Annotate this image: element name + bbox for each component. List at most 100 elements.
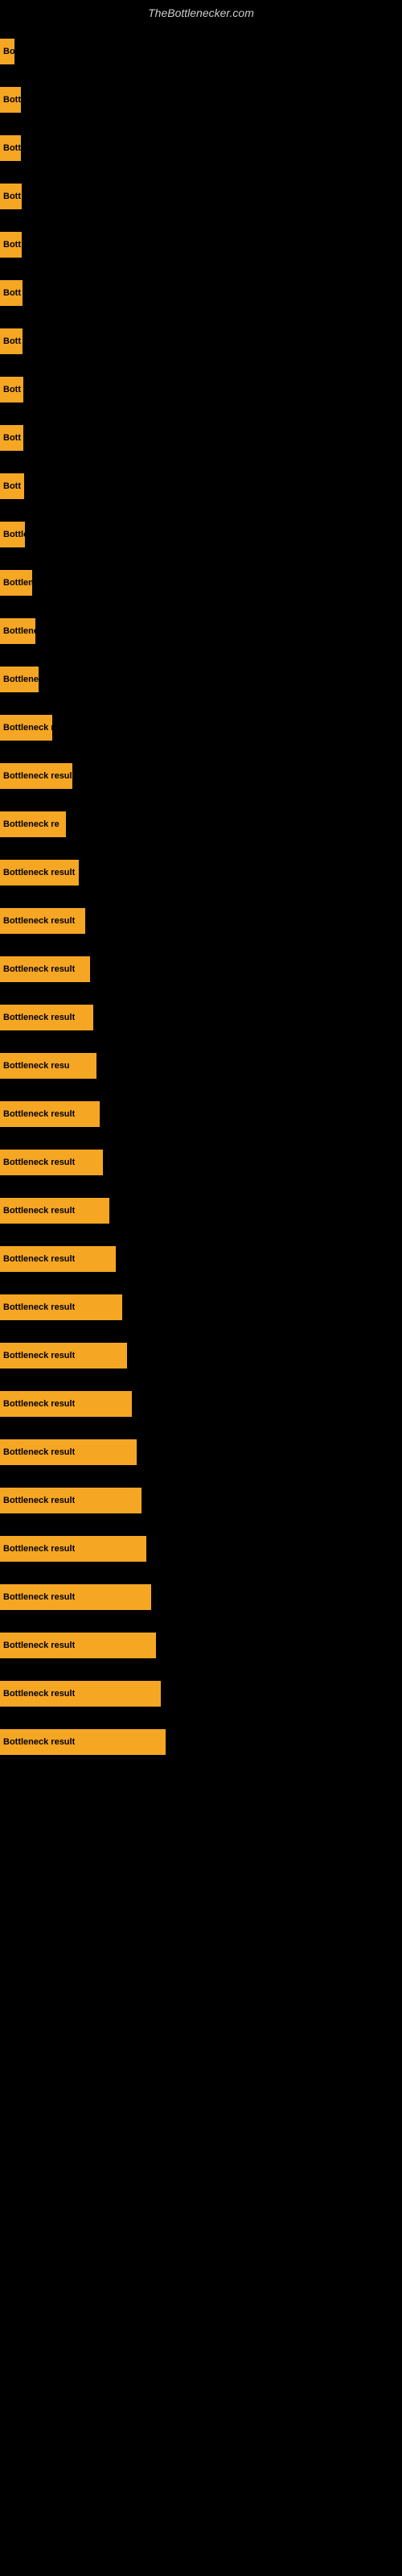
bar-row: Bottleneck result (0, 1673, 402, 1715)
bar-label-26: Bottleneck result (3, 1302, 75, 1312)
bar-row: Bottle (0, 514, 402, 555)
bar-32: Bottleneck result (0, 1584, 151, 1610)
bar-row: Bottleneck result (0, 948, 402, 990)
bar-label-20: Bottleneck result (3, 1013, 75, 1022)
bar-label-31: Bottleneck result (3, 1544, 75, 1554)
bar-15: Bottleneck resul (0, 763, 72, 789)
bar-label-29: Bottleneck result (3, 1447, 75, 1457)
bar-row: Bottleneck r (0, 707, 402, 749)
bar-11: Bottlene (0, 570, 32, 596)
bar-24: Bottleneck result (0, 1198, 109, 1224)
bar-row: Bottleneck result (0, 900, 402, 942)
bar-label-27: Bottleneck result (3, 1351, 75, 1360)
bar-3: Bott (0, 184, 22, 209)
bar-row: Bottleneck result (0, 1528, 402, 1570)
bar-6: Bott (0, 328, 23, 354)
bar-21: Bottleneck resu (0, 1053, 96, 1079)
bar-row: Bottlene (0, 610, 402, 652)
bar-7: Bott (0, 377, 23, 402)
bar-row: Bottleneck result (0, 1335, 402, 1377)
bar-row: Bottleneck result (0, 1238, 402, 1280)
bar-10: Bottle (0, 522, 25, 547)
bar-row: Bott (0, 465, 402, 507)
bar-label-22: Bottleneck result (3, 1109, 75, 1119)
bar-13: Bottlene (0, 667, 39, 692)
bar-row: Bott (0, 417, 402, 459)
bar-row: Bott (0, 320, 402, 362)
bar-23: Bottleneck result (0, 1150, 103, 1175)
bar-row: Bo (0, 31, 402, 72)
bar-label-16: Bottleneck re (3, 819, 59, 829)
bar-9: Bott (0, 473, 24, 499)
bar-34: Bottleneck result (0, 1681, 161, 1707)
bar-label-21: Bottleneck resu (3, 1061, 70, 1071)
bar-22: Bottleneck result (0, 1101, 100, 1127)
bar-label-15: Bottleneck resul (3, 771, 72, 781)
bar-label-1: Bott (3, 95, 21, 105)
bar-label-24: Bottleneck result (3, 1206, 75, 1216)
bar-row: Bottleneck result (0, 1141, 402, 1183)
bar-30: Bottleneck result (0, 1488, 142, 1513)
bar-20: Bottleneck result (0, 1005, 93, 1030)
bars-container: Bo Bott Bott Bott Bott Bott Bott Bott Bott Bott Bo… (0, 23, 402, 1777)
bar-row: Bottleneck result (0, 1721, 402, 1763)
bar-label-0: Bo (3, 47, 14, 56)
bar-label-11: Bottlene (3, 578, 32, 588)
bar-label-28: Bottleneck result (3, 1399, 75, 1409)
bar-33: Bottleneck result (0, 1633, 156, 1658)
bar-4: Bott (0, 232, 22, 258)
bar-35: Bottleneck result (0, 1729, 166, 1755)
bar-row: Bottleneck result (0, 852, 402, 894)
bar-label-8: Bott (3, 433, 21, 443)
bar-row: Bottleneck result (0, 1093, 402, 1135)
bar-29: Bottleneck result (0, 1439, 137, 1465)
bar-16: Bottleneck re (0, 811, 66, 837)
site-title: TheBottlenecker.com (0, 0, 402, 23)
bar-row: Bottleneck result (0, 997, 402, 1038)
bar-label-12: Bottlene (3, 626, 35, 636)
bar-14: Bottleneck r (0, 715, 52, 741)
bar-row: Bottleneck result (0, 1576, 402, 1618)
bar-row: Bottleneck resu (0, 1045, 402, 1087)
bar-row: Bott (0, 224, 402, 266)
bar-row: Bottleneck result (0, 1480, 402, 1521)
bar-label-30: Bottleneck result (3, 1496, 75, 1505)
bar-label-5: Bott (3, 288, 21, 298)
bar-row: Bottleneck result (0, 1190, 402, 1232)
bar-label-23: Bottleneck result (3, 1158, 75, 1167)
bar-row: Bottleneck re (0, 803, 402, 845)
bar-label-17: Bottleneck result (3, 868, 75, 877)
bar-label-10: Bottle (3, 530, 25, 539)
bar-row: Bott (0, 127, 402, 169)
bar-label-32: Bottleneck result (3, 1592, 75, 1602)
bar-label-25: Bottleneck result (3, 1254, 75, 1264)
bar-27: Bottleneck result (0, 1343, 127, 1368)
bar-label-14: Bottleneck r (3, 723, 52, 733)
bar-26: Bottleneck result (0, 1294, 122, 1320)
bar-label-2: Bott (3, 143, 21, 153)
bar-2: Bott (0, 135, 21, 161)
bar-row: Bottleneck resul (0, 755, 402, 797)
bar-label-4: Bott (3, 240, 21, 250)
bar-row: Bottleneck result (0, 1624, 402, 1666)
bar-5: Bott (0, 280, 23, 306)
bar-label-33: Bottleneck result (3, 1641, 75, 1650)
bar-row: Bott (0, 272, 402, 314)
bar-12: Bottlene (0, 618, 35, 644)
bar-row: Bottleneck result (0, 1286, 402, 1328)
bar-0: Bo (0, 39, 14, 64)
bar-label-3: Bott (3, 192, 21, 201)
bar-label-35: Bottleneck result (3, 1737, 75, 1747)
bar-row: Bott (0, 369, 402, 411)
bar-28: Bottleneck result (0, 1391, 132, 1417)
bar-label-19: Bottleneck result (3, 964, 75, 974)
bar-row: Bottleneck result (0, 1383, 402, 1425)
bar-1: Bott (0, 87, 21, 113)
bar-label-34: Bottleneck result (3, 1689, 75, 1699)
bar-label-6: Bott (3, 336, 21, 346)
bar-31: Bottleneck result (0, 1536, 146, 1562)
bar-label-9: Bott (3, 481, 21, 491)
bar-row: Bottleneck result (0, 1431, 402, 1473)
bar-label-7: Bott (3, 385, 21, 394)
bar-label-13: Bottlene (3, 675, 39, 684)
